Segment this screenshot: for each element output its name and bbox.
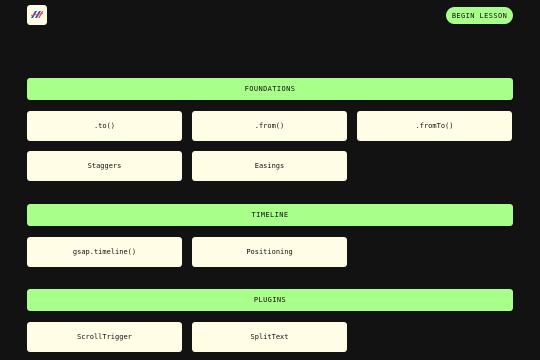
lesson-card-easings[interactable]: Easings xyxy=(192,151,347,181)
lesson-card-splittext[interactable]: SplitText xyxy=(192,322,347,352)
logo-icon[interactable] xyxy=(27,5,47,25)
lesson-grid-timeline: gsap.timeline() Positioning xyxy=(27,237,513,267)
logo-mark-icon xyxy=(31,11,44,18)
lesson-grid-plugins: ScrollTrigger SplitText xyxy=(27,322,513,352)
lesson-card-scrolltrigger[interactable]: ScrollTrigger xyxy=(27,322,182,352)
lesson-card-fromto[interactable]: .fromTo() xyxy=(357,111,512,141)
section-foundations: FOUNDATIONS .to() .from() .fromTo() Stag… xyxy=(27,78,513,181)
lesson-card-to[interactable]: .to() xyxy=(27,111,182,141)
section-plugins: PLUGINS ScrollTrigger SplitText xyxy=(27,289,513,352)
lesson-card-positioning[interactable]: Positioning xyxy=(192,237,347,267)
begin-lesson-button[interactable]: BEGIN LESSON xyxy=(446,7,513,24)
lesson-grid-foundations: .to() .from() .fromTo() Staggers Easings xyxy=(27,111,513,181)
lesson-card-gsap-timeline[interactable]: gsap.timeline() xyxy=(27,237,182,267)
section-header-plugins[interactable]: PLUGINS xyxy=(27,289,513,311)
section-timeline: TIMELINE gsap.timeline() Positioning xyxy=(27,204,513,267)
section-header-timeline[interactable]: TIMELINE xyxy=(27,204,513,226)
lesson-card-staggers[interactable]: Staggers xyxy=(27,151,182,181)
section-header-foundations[interactable]: FOUNDATIONS xyxy=(27,78,513,100)
lesson-card-from[interactable]: .from() xyxy=(192,111,347,141)
lesson-menu-page: BEGIN LESSON FOUNDATIONS .to() .from() .… xyxy=(0,0,540,360)
